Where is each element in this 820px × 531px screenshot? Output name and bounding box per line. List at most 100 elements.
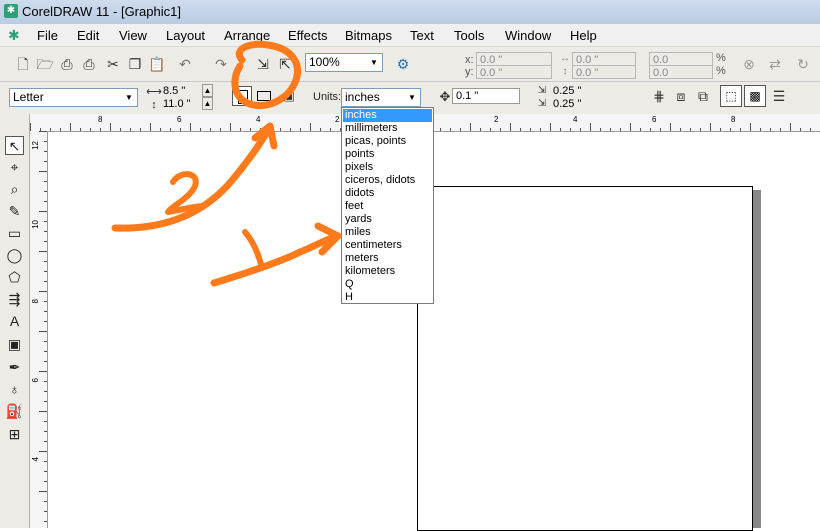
- scale-width-percent: %: [716, 52, 726, 64]
- menu-text[interactable]: Text: [410, 28, 434, 43]
- units-option[interactable]: picas, points: [345, 135, 406, 148]
- units-option[interactable]: points: [345, 148, 374, 161]
- portrait-button[interactable]: [232, 86, 252, 106]
- units-option[interactable]: ciceros, didots: [345, 174, 415, 187]
- undo-icon[interactable]: ↶: [176, 55, 194, 73]
- menu-arrange[interactable]: Arrange: [224, 28, 270, 43]
- chevron-down-icon: ▼: [408, 93, 416, 102]
- mirror-icon[interactable]: ⇄: [766, 55, 784, 73]
- units-option[interactable]: kilometers: [345, 265, 395, 278]
- cursor-select-icon: ⬚: [725, 89, 737, 103]
- chevron-down-icon: ▼: [125, 93, 133, 102]
- coreldraw-app-icon: ✱: [4, 4, 18, 18]
- text-tool-icon[interactable]: A: [5, 312, 24, 331]
- position-y-field[interactable]: 0.0 ": [476, 65, 552, 79]
- scale-height-field[interactable]: 0.0: [649, 65, 713, 79]
- menu-layout[interactable]: Layout: [166, 28, 205, 43]
- snap-to-objects-icon[interactable]: ⧉: [694, 87, 712, 105]
- rectangle-tool-icon[interactable]: ▭: [5, 224, 24, 243]
- units-option[interactable]: miles: [345, 226, 371, 239]
- draw-select-icon: ▩: [749, 89, 761, 103]
- menu-file[interactable]: File: [37, 28, 58, 43]
- options-icon[interactable]: ☰: [770, 87, 788, 105]
- treat-as-filled-button[interactable]: ⬚: [720, 85, 742, 107]
- units-option[interactable]: feet: [345, 200, 363, 213]
- menu-tools[interactable]: Tools: [454, 28, 484, 43]
- import-icon[interactable]: ⇲: [254, 55, 272, 73]
- interactive-blend-icon[interactable]: ▣: [5, 335, 24, 354]
- units-combo[interactable]: inches ▼: [341, 88, 421, 107]
- outline-tool-icon[interactable]: ♁: [5, 380, 24, 399]
- export-icon[interactable]: ⇱: [276, 55, 294, 73]
- units-dropdown-list: inches millimeters picas, points points …: [341, 107, 434, 304]
- units-option[interactable]: H: [345, 291, 353, 304]
- page-shadow: [753, 190, 761, 528]
- paste-icon[interactable]: 📋: [148, 55, 166, 73]
- units-option[interactable]: millimeters: [345, 122, 398, 135]
- menu-bar: ✱ File Edit View Layout Arrange Effects …: [0, 24, 820, 47]
- menu-view[interactable]: View: [119, 28, 147, 43]
- vertical-ruler-ticks: [39, 131, 47, 522]
- interactive-fill-icon[interactable]: ⊞: [5, 425, 24, 444]
- menu-effects[interactable]: Effects: [288, 28, 328, 43]
- page-layout-icon[interactable]: ▣: [280, 87, 298, 105]
- window-title: CorelDRAW 11 - [Graphic1]: [22, 4, 181, 19]
- menu-help[interactable]: Help: [570, 28, 597, 43]
- units-value: inches: [345, 90, 380, 104]
- units-option[interactable]: Q: [345, 278, 354, 291]
- rotate-icon[interactable]: ↻: [794, 55, 812, 73]
- shape-tool-icon[interactable]: ⌖: [5, 158, 24, 177]
- landscape-icon: [257, 91, 271, 101]
- vertical-ruler: 12 10 8 6 4: [30, 131, 48, 528]
- document-control-icon[interactable]: ✱: [8, 27, 20, 44]
- interactive-connector-icon[interactable]: ⇶: [5, 290, 24, 309]
- snap-to-grid-icon[interactable]: ⋕: [650, 87, 668, 105]
- new-document-icon[interactable]: 🗋: [14, 55, 32, 73]
- snap-to-guidelines-icon[interactable]: ⧈: [672, 87, 690, 105]
- draw-objects-button[interactable]: ▩: [744, 85, 766, 107]
- open-icon[interactable]: 🗁: [36, 55, 54, 73]
- page-height-spinner[interactable]: ▲: [202, 97, 213, 110]
- menu-bitmaps[interactable]: Bitmaps: [345, 28, 392, 43]
- toolbox: ↖ ⌖ ⌕ ✎ ▭ ◯ ⬠ ⇶ A ▣ ✒ ♁ ⛽ ⊞: [0, 114, 30, 528]
- units-option[interactable]: meters: [345, 252, 379, 265]
- duplicate-x-field[interactable]: 0.25 ": [550, 84, 638, 97]
- size-width-field[interactable]: 0.0 ": [572, 52, 636, 66]
- fill-tool-icon[interactable]: ⛽: [5, 402, 24, 421]
- zoom-tool-icon[interactable]: ⌕: [5, 180, 24, 199]
- paper-size-combo[interactable]: Letter ▼: [9, 88, 138, 107]
- units-option[interactable]: yards: [345, 213, 372, 226]
- copy-icon[interactable]: ❐: [126, 55, 144, 73]
- save-icon[interactable]: ⎙: [58, 55, 76, 73]
- freehand-tool-icon[interactable]: ✎: [5, 202, 24, 221]
- pick-tool-icon[interactable]: ↖: [5, 136, 24, 155]
- drawing-page[interactable]: [417, 186, 753, 531]
- eyedropper-icon[interactable]: ✒: [5, 358, 24, 377]
- application-launcher-icon[interactable]: ⚙: [394, 55, 412, 73]
- units-option[interactable]: inches: [343, 109, 432, 122]
- lock-ratio-icon[interactable]: ⊗: [740, 55, 758, 73]
- scale-height-percent: %: [716, 65, 726, 77]
- size-height-field[interactable]: 0.0 ": [572, 65, 636, 79]
- menu-window[interactable]: Window: [505, 28, 551, 43]
- landscape-button[interactable]: [254, 86, 274, 106]
- pos-y-label: y:: [465, 66, 474, 78]
- units-option[interactable]: pixels: [345, 161, 373, 174]
- chevron-down-icon: ▼: [370, 58, 378, 67]
- polygon-tool-icon[interactable]: ⬠: [5, 268, 24, 287]
- ellipse-tool-icon[interactable]: ◯: [5, 246, 24, 265]
- position-x-field[interactable]: 0.0 ": [476, 52, 552, 66]
- nudge-distance-field[interactable]: 0.1 ": [452, 88, 520, 104]
- duplicate-y-field[interactable]: 0.25 ": [550, 97, 638, 110]
- paper-size-value: Letter: [13, 90, 44, 104]
- units-option[interactable]: centimeters: [345, 239, 402, 252]
- menu-edit[interactable]: Edit: [77, 28, 99, 43]
- cut-icon[interactable]: ✂: [104, 55, 122, 73]
- zoom-level-combo[interactable]: 100% ▼: [305, 53, 383, 72]
- duplicate-y-icon: ⇲: [537, 98, 547, 109]
- page-width-spinner[interactable]: ▲: [202, 84, 213, 97]
- scale-width-field[interactable]: 0.0: [649, 52, 713, 66]
- print-icon[interactable]: ⎙: [80, 55, 98, 73]
- redo-icon[interactable]: ↷: [212, 55, 230, 73]
- units-option[interactable]: didots: [345, 187, 374, 200]
